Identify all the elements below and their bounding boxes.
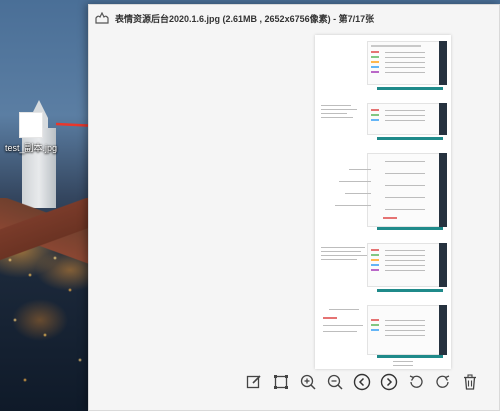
edit-icon: [246, 375, 261, 389]
image-file-thumbnail-icon: [19, 112, 43, 138]
delete-icon: [464, 374, 476, 390]
viewer-title: 表情资源后台2020.1.6.jpg (2.61MB , 2652x6756像素…: [115, 13, 375, 24]
preview-section: [319, 299, 447, 369]
rotate-right-icon: [436, 375, 450, 388]
edit-button[interactable]: [243, 371, 265, 393]
viewer-titlebar: 表情资源后台2020.1.6.jpg (2.61MB , 2652x6756像素…: [89, 5, 499, 31]
preview-section: [319, 147, 447, 233]
preview-section: [319, 35, 447, 93]
crop-button[interactable]: [270, 371, 292, 393]
next-image-button[interactable]: [378, 371, 400, 393]
crop-icon: [274, 375, 288, 389]
rotate-left-button[interactable]: [405, 371, 427, 393]
previous-icon: [353, 373, 371, 391]
delete-button[interactable]: [459, 371, 481, 393]
desktop-file-icon[interactable]: test_副本.jpg: [4, 112, 58, 156]
rotate-left-icon: [409, 375, 423, 388]
wallpaper-city-lights: [0, 240, 90, 411]
zoom-in-button[interactable]: [297, 371, 319, 393]
preview-section: [319, 237, 447, 295]
next-icon: [380, 373, 398, 391]
desktop-file-label: test_副本.jpg: [4, 143, 58, 153]
zoom-out-icon: [327, 374, 343, 390]
zoom-in-icon: [300, 374, 316, 390]
previous-image-button[interactable]: [351, 371, 373, 393]
cloud-app-icon: [95, 12, 109, 24]
image-viewer-window: 表情资源后台2020.1.6.jpg (2.61MB , 2652x6756像素…: [88, 4, 500, 411]
preview-section: [319, 97, 447, 143]
viewer-toolbar: [243, 369, 481, 395]
zoom-out-button[interactable]: [324, 371, 346, 393]
preview-image[interactable]: [315, 35, 451, 369]
rotate-right-button[interactable]: [432, 371, 454, 393]
